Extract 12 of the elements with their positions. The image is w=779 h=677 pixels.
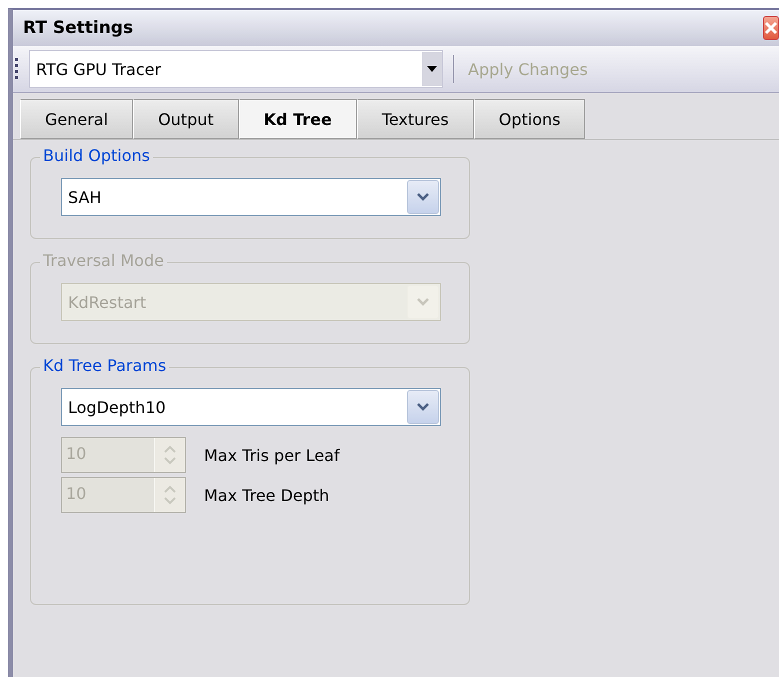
dropdown[interactable]: SAH (61, 178, 441, 216)
spinner-label: Max Tree Depth (204, 486, 330, 504)
tab[interactable]: Options (474, 99, 586, 139)
tab[interactable]: Kd Tree (238, 99, 357, 139)
window-title: RT Settings (23, 18, 134, 38)
tab[interactable]: Textures (356, 99, 474, 139)
tab[interactable]: Output (133, 99, 239, 139)
group-title: Build Options (40, 146, 153, 166)
tab[interactable]: General (20, 99, 134, 139)
spinner-label: Max Tris per Leaf (204, 446, 340, 464)
renderer-dropdown[interactable]: RTG GPU Tracer (29, 50, 443, 88)
dropdown[interactable]: LogDepth10 (61, 388, 441, 426)
